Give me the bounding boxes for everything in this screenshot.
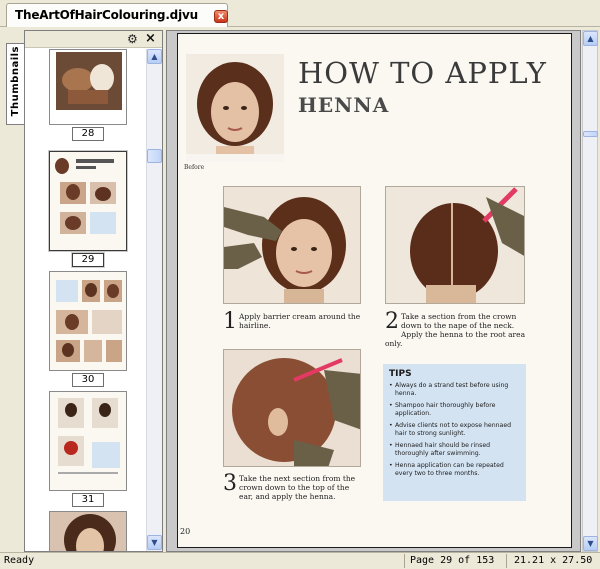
thumbnails-panel: ⚙ × 28 29 30 31 ▲ ▼ [24,30,163,552]
printed-page-number: 20 [180,527,191,536]
step2-text: 2 Take a section from the crown down to … [385,309,533,349]
tips-list: Always do a strand test before using hen… [389,382,522,482]
step2-photo [385,186,525,304]
thumbnails-side-tab[interactable]: Thumbnails [6,43,24,125]
thumbnail-image [50,152,126,250]
scroll-down-icon[interactable]: ▼ [583,536,598,551]
scroll-up-icon[interactable]: ▲ [583,31,598,46]
step3-description: Take the next section from the crown dow… [239,474,356,501]
step1-photo [223,186,361,304]
status-page-info: Page 29 of 153 [410,555,495,566]
status-ready: Ready [4,555,35,566]
tip-item: Hennaed hair should be rinsed thoroughly… [389,442,522,458]
document-view[interactable]: Before HOW TO APPLY HENNA 1 Apply barrie… [166,30,581,552]
thumbnail-page-31[interactable] [49,391,127,491]
status-divider [506,554,507,568]
page-subtitle: HENNA [298,93,390,117]
step3-text: 3 Take the next section from the crown d… [223,471,363,502]
step3-photo [223,349,361,467]
scroll-up-icon[interactable]: ▲ [147,49,162,64]
status-divider [404,554,405,568]
step1-text: 1 Apply barrier cream around the hairlin… [223,309,363,334]
tips-title: TIPS [389,369,412,379]
status-page-size: 21.21 x 27.50 [514,555,593,566]
scrollbar-thumb[interactable] [583,131,598,137]
before-portrait-image [186,54,284,162]
document-tab[interactable]: TheArtOfHairColouring.djvu x [6,3,228,27]
thumbnails-scrollbar[interactable]: ▲ ▼ [146,49,162,551]
document-scrollbar[interactable]: ▲ ▼ [582,30,598,552]
gear-icon[interactable]: ⚙ [127,32,138,46]
close-panel-icon[interactable]: × [145,31,156,47]
close-tab-icon[interactable]: x [214,10,228,23]
thumbnail-page-number: 28 [72,127,104,141]
tip-item: Henna application can be repeated every … [389,462,522,478]
status-bar: Ready Page 29 of 153 21.21 x 27.50 [0,552,600,569]
thumbnail-page-29[interactable] [49,151,127,251]
thumbnail-image [50,512,126,551]
step1-number: 1 [223,309,237,334]
thumbnail-page-number: 31 [72,493,104,507]
thumbnail-page-number: 29 [72,253,104,267]
thumbnail-image [50,272,126,370]
tip-item: Always do a strand test before using hen… [389,382,522,398]
step3-number: 3 [223,471,237,496]
thumbnail-page-28[interactable] [49,49,127,125]
thumbnail-list: 28 29 30 31 [25,49,146,551]
page-title: HOW TO APPLY [298,56,547,90]
step1-description: Apply barrier cream around the hairline. [239,312,361,330]
document-page: Before HOW TO APPLY HENNA 1 Apply barrie… [177,33,572,548]
before-caption: Before [184,164,205,171]
document-tab-bar: TheArtOfHairColouring.djvu x [0,0,600,27]
thumbnail-page-32[interactable] [49,511,127,551]
thumbnail-page-number: 30 [72,373,104,387]
document-tab-title: TheArtOfHairColouring.djvu [15,8,198,22]
thumbnail-image [50,392,126,490]
thumbnails-panel-header: ⚙ × [25,31,162,48]
scroll-down-icon[interactable]: ▼ [147,535,162,550]
thumbnail-image [50,50,126,124]
tip-item: Shampoo hair thoroughly before applicati… [389,402,522,418]
scrollbar-thumb[interactable] [147,149,162,163]
tip-item: Advise clients not to expose hennaed hai… [389,422,522,438]
step2-number: 2 [385,309,399,334]
step2-description: Take a section from the crown down to th… [385,312,526,348]
thumbnails-side-tab-label: Thumbnails [10,46,21,117]
tips-box: TIPS Always do a strand test before usin… [383,364,526,501]
thumbnail-page-30[interactable] [49,271,127,371]
djvu-viewer-window: TheArtOfHairColouring.djvu x Thumbnails … [0,0,600,569]
